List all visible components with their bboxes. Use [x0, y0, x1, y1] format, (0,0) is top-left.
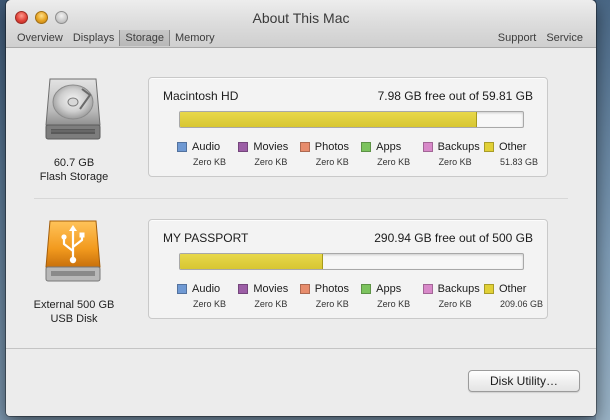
drive-caption: External 500 GB USB Disk [14, 298, 134, 326]
drive-capacity-label: 60.7 GB [53, 157, 95, 169]
tab-service[interactable]: Service [541, 30, 588, 46]
legend-label: Apps [376, 283, 402, 295]
tab-displays[interactable]: Displays [68, 30, 120, 46]
storage-usage-bar [179, 111, 524, 128]
legend-item-other: Other 51.83 GB [483, 140, 542, 167]
legend-size: Zero KB [377, 299, 411, 309]
storage-usage-bar-fill [180, 254, 324, 269]
drive-type-label: USB Disk [50, 313, 98, 325]
apps-swatch [361, 142, 372, 152]
audio-swatch [177, 142, 187, 152]
legend-label: Movies [253, 141, 289, 153]
audio-swatch [177, 284, 187, 294]
legend-item-photos: Photos Zero KB [299, 140, 358, 167]
legend-size: Zero KB [193, 299, 227, 309]
legend-item-audio: Audio Zero KB [177, 140, 235, 167]
drive-caption: 60.7 GB Flash Storage [14, 156, 134, 184]
legend-size: Zero KB [377, 157, 411, 167]
movies-swatch [238, 284, 249, 294]
legend-label: Audio [192, 141, 221, 153]
legend-size: Zero KB [254, 299, 288, 309]
legend-label: Audio [192, 283, 221, 295]
legend-label: Movies [253, 283, 289, 295]
drive-free-space: 290.94 GB free out of 500 GB [374, 231, 533, 245]
internal-drive-icon [42, 75, 104, 145]
storage-usage-bar-fill [180, 112, 478, 127]
photos-swatch [299, 284, 310, 294]
backups-swatch [422, 142, 433, 152]
title-bar[interactable]: About This Mac Overview Displays Storage… [6, 0, 596, 48]
legend-label: Apps [376, 141, 402, 153]
storage-legend: Audio Zero KB Movies Zero KB Photos Zero… [177, 140, 542, 167]
tab-overview[interactable]: Overview [12, 30, 68, 46]
movies-swatch [238, 142, 249, 152]
apps-swatch [361, 284, 372, 294]
drive-name: Macintosh HD [163, 89, 239, 103]
drive-free-space: 7.98 GB free out of 59.81 GB [377, 89, 533, 103]
drive-panel: MY PASSPORT 290.94 GB free out of 500 GB… [148, 219, 548, 319]
legend-label: Photos [314, 283, 350, 295]
legend-size: 209.06 GB [499, 299, 543, 309]
legend-label: Backups [437, 283, 480, 295]
photos-swatch [299, 142, 310, 152]
legend-size: Zero KB [315, 157, 349, 167]
drive-panel: Macintosh HD 7.98 GB free out of 59.81 G… [148, 77, 548, 177]
legend-size: 51.83 GB [499, 157, 538, 167]
tab-bar-right: Support Service [493, 30, 588, 46]
drive-type-label: Flash Storage [39, 171, 109, 183]
storage-usage-bar [179, 253, 524, 270]
legend-size: Zero KB [438, 299, 472, 309]
tab-storage[interactable]: Storage [119, 30, 170, 46]
legend-label: Other [498, 141, 527, 153]
legend-item-backups: Backups Zero KB [422, 140, 481, 167]
legend-item-backups: Backups Zero KB [422, 282, 481, 309]
divider [34, 198, 568, 199]
legend-label: Other [498, 283, 527, 295]
legend-item-photos: Photos Zero KB [299, 282, 358, 309]
other-swatch [483, 284, 494, 294]
legend-size: Zero KB [193, 157, 227, 167]
external-usb-drive-icon [42, 217, 104, 287]
legend-size: Zero KB [254, 157, 288, 167]
tab-memory[interactable]: Memory [170, 30, 220, 46]
legend-item-movies: Movies Zero KB [238, 282, 296, 309]
legend-item-other: Other 209.06 GB [483, 282, 543, 309]
window-title: About This Mac [252, 10, 350, 26]
drive-capacity-label: External 500 GB [33, 299, 115, 311]
legend-item-audio: Audio Zero KB [177, 282, 235, 309]
other-swatch [483, 142, 494, 152]
disk-utility-button[interactable]: Disk Utility… [468, 370, 580, 392]
legend-size: Zero KB [315, 299, 349, 309]
drive-name: MY PASSPORT [163, 231, 249, 245]
storage-content: 60.7 GB Flash Storage Macintosh HD 7.98 … [6, 49, 596, 349]
tab-support[interactable]: Support [493, 30, 542, 46]
legend-label: Photos [314, 141, 350, 153]
legend-item-apps: Apps Zero KB [361, 282, 419, 309]
legend-size: Zero KB [438, 157, 472, 167]
bottom-bar: Disk Utility… [6, 348, 596, 416]
legend-item-apps: Apps Zero KB [361, 140, 419, 167]
tab-bar: Overview Displays Storage Memory [12, 30, 220, 46]
legend-item-movies: Movies Zero KB [238, 140, 296, 167]
about-this-mac-window: About This Mac Overview Displays Storage… [6, 0, 596, 416]
legend-label: Backups [437, 141, 480, 153]
backups-swatch [422, 284, 433, 294]
storage-legend: Audio Zero KB Movies Zero KB Photos Zero… [177, 282, 543, 309]
desktop-background [596, 0, 610, 420]
